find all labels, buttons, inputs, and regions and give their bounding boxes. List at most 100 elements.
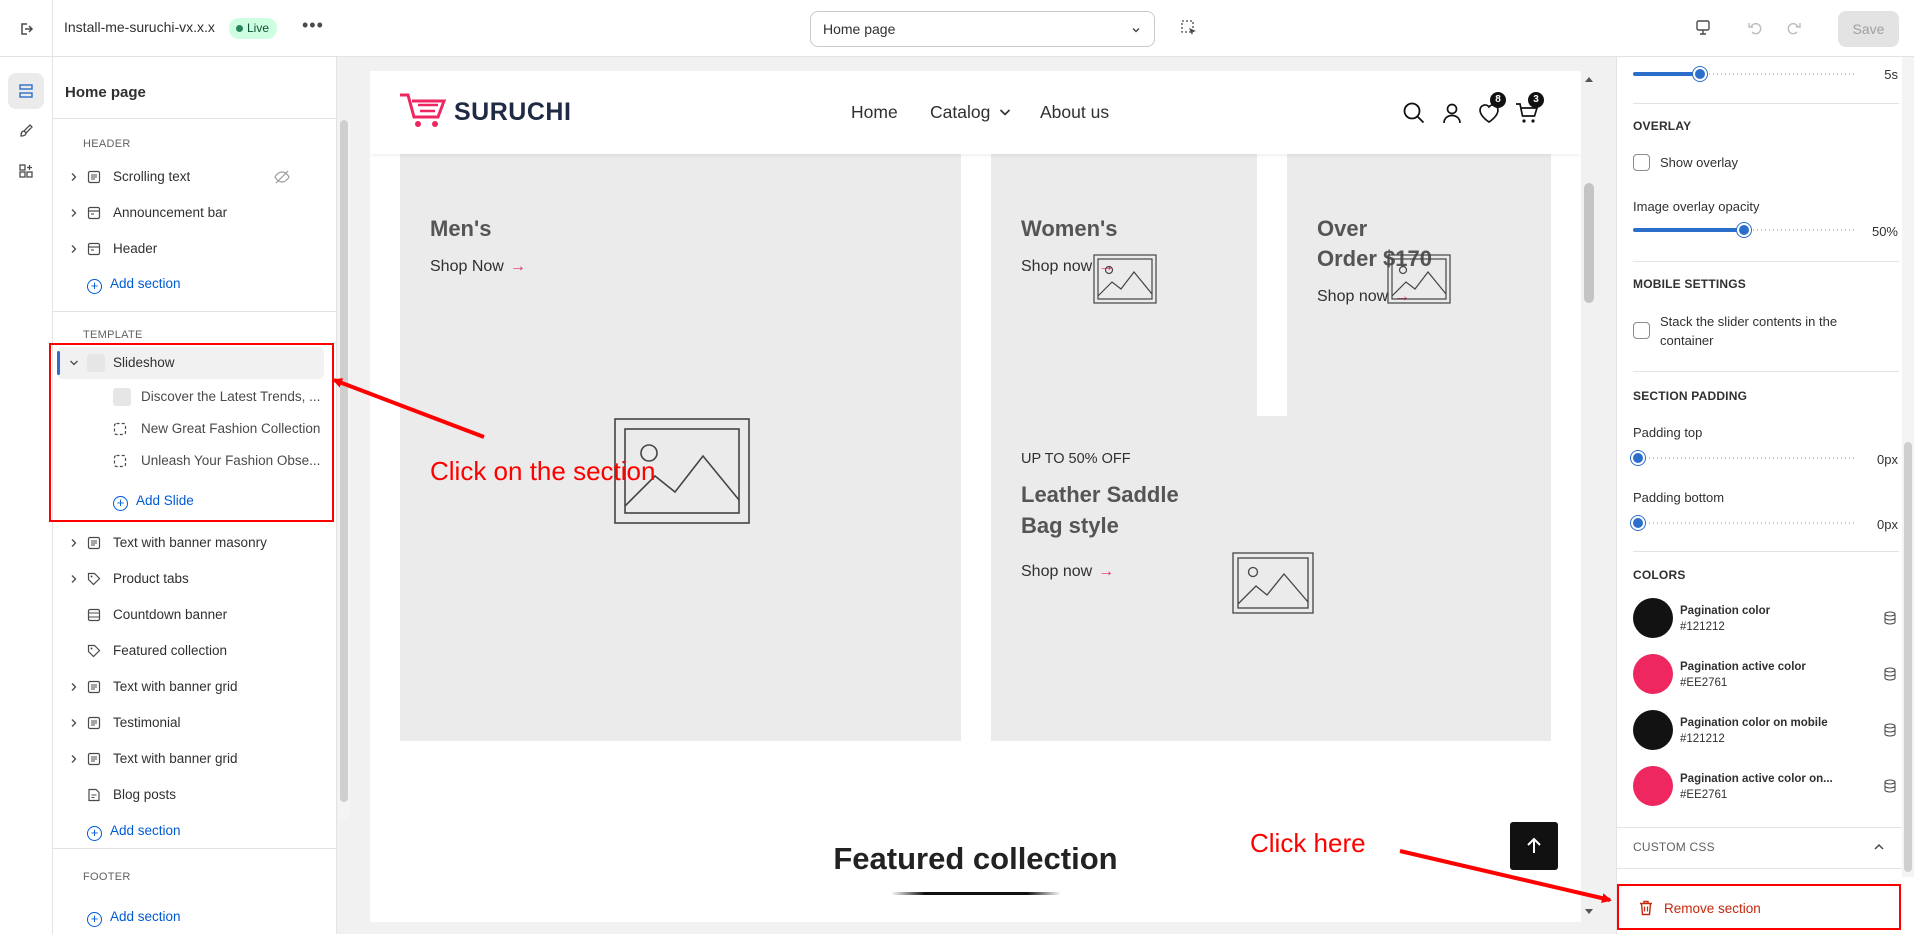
save-button[interactable]: Save [1838, 11, 1899, 47]
page-selector[interactable]: Home page [810, 11, 1155, 47]
stack-slider-label: Stack the slider contents in the contain… [1660, 314, 1838, 348]
logo-cart-icon[interactable] [398, 90, 448, 130]
scrollbar-thumb[interactable] [1904, 442, 1912, 872]
nav-about-us[interactable]: About us [1040, 102, 1109, 123]
database-icon[interactable] [1883, 779, 1897, 793]
add-template-section-button[interactable]: + Add section [87, 823, 181, 841]
divider [53, 118, 337, 119]
section-featured-collection[interactable]: Featured collection [53, 635, 328, 667]
color-swatch[interactable] [1633, 766, 1673, 806]
chevron-right-icon[interactable] [69, 538, 79, 548]
banner-leather-bag[interactable]: UP TO 50% OFF Leather Saddle Bag style S… [991, 416, 1551, 741]
section-announcement-bar[interactable]: Announcement bar [53, 197, 328, 229]
overlay-heading: OVERLAY [1633, 119, 1692, 133]
slider-knob[interactable] [1631, 451, 1645, 465]
autoplay-speed-value: 5s [1884, 67, 1898, 82]
chevron-right-icon[interactable] [69, 718, 79, 728]
nav-catalog[interactable]: Catalog [930, 102, 1011, 123]
chevron-right-icon[interactable] [69, 754, 79, 764]
slider-knob[interactable] [1737, 223, 1751, 237]
preview-scrollbar[interactable] [1581, 71, 1597, 922]
banner-title: Women's [1021, 216, 1118, 241]
autoplay-speed-slider[interactable] [1633, 67, 1855, 81]
apps-button[interactable] [8, 153, 44, 189]
theme-settings-button[interactable] [8, 113, 44, 149]
scrollbar-thumb[interactable] [1584, 183, 1594, 303]
search-icon[interactable] [1402, 101, 1426, 125]
chevron-right-icon[interactable] [69, 172, 79, 182]
section-label: Announcement bar [113, 205, 228, 220]
color-swatch[interactable] [1633, 598, 1673, 638]
banner-womens[interactable]: Women's Shop now → [991, 131, 1257, 446]
banner-section-icon [87, 608, 101, 622]
section-countdown-banner[interactable]: Countdown banner [53, 599, 328, 631]
image-placeholder-icon [1387, 254, 1451, 304]
section-text-with-banner-masonry[interactable]: Text with banner masonry [53, 527, 328, 559]
left-panel-scrollbar[interactable] [338, 120, 350, 820]
padding-top-slider[interactable] [1631, 451, 1855, 465]
color-swatch[interactable] [1633, 654, 1673, 694]
section-text-with-banner-grid-2[interactable]: Text with banner grid [53, 743, 328, 775]
divider [1633, 551, 1899, 552]
banner-title-line1: Leather Saddle [1021, 482, 1179, 507]
add-footer-section-button[interactable]: + Add section [87, 909, 181, 927]
banner-mens[interactable]: Men's Shop Now → [400, 131, 961, 741]
section-label: Scrolling text [113, 169, 191, 184]
section-blog-posts[interactable]: Blog posts [53, 779, 328, 811]
undo-icon[interactable] [1746, 19, 1764, 37]
inspector-icon[interactable] [1180, 19, 1198, 37]
chevron-up-icon[interactable] [1873, 842, 1885, 852]
database-icon[interactable] [1883, 723, 1897, 737]
section-text-with-banner-grid[interactable]: Text with banner grid [53, 671, 328, 703]
account-icon[interactable] [1440, 101, 1464, 125]
color-swatch[interactable] [1633, 710, 1673, 750]
database-icon[interactable] [1883, 667, 1897, 681]
chevron-right-icon[interactable] [69, 208, 79, 218]
store-logo[interactable]: SURUCHI [454, 98, 571, 127]
plus-circle-icon: + [87, 279, 102, 294]
color-setting-row[interactable]: Pagination color #121212 [1617, 598, 1914, 646]
heading-underline [891, 892, 1061, 895]
add-header-section-button[interactable]: + Add section [87, 276, 181, 294]
section-product-tabs[interactable]: Product tabs [53, 563, 328, 595]
brush-icon [20, 124, 33, 137]
show-overlay-checkbox[interactable] [1633, 154, 1650, 171]
padding-bottom-value: 0px [1877, 517, 1898, 532]
chevron-right-icon[interactable] [69, 244, 79, 254]
more-actions-icon[interactable]: ••• [302, 15, 324, 36]
shop-now-link[interactable]: Shop now → [1021, 563, 1114, 581]
shop-now-link[interactable]: Shop Now → [430, 258, 526, 276]
slider-knob[interactable] [1631, 516, 1645, 530]
settings-scrollbar[interactable] [1902, 57, 1914, 877]
show-overlay-label: Show overlay [1660, 155, 1739, 170]
sections-tool-button[interactable] [8, 73, 44, 109]
hidden-eye-icon[interactable] [274, 170, 290, 184]
slider-knob[interactable] [1692, 67, 1707, 81]
nav-home[interactable]: Home [851, 102, 898, 123]
scrollbar-thumb[interactable] [340, 120, 348, 802]
chevron-right-icon[interactable] [69, 574, 79, 584]
custom-css-heading[interactable]: CUSTOM CSS [1633, 840, 1715, 854]
color-setting-row[interactable]: Pagination active color #EE2761 [1617, 654, 1914, 702]
header-group-label: HEADER [83, 138, 131, 150]
section-scrolling-text[interactable]: Scrolling text [53, 161, 328, 193]
section-label: Countdown banner [113, 607, 228, 622]
scroll-up-icon[interactable] [1585, 76, 1593, 82]
section-header[interactable]: Header [53, 233, 328, 265]
stack-slider-checkbox[interactable] [1633, 322, 1650, 339]
redo-icon[interactable] [1785, 19, 1803, 37]
scroll-down-icon[interactable] [1585, 909, 1593, 915]
exit-button[interactable] [0, 0, 53, 57]
padding-bottom-slider[interactable] [1631, 516, 1855, 530]
database-icon[interactable] [1883, 611, 1897, 625]
back-to-top-button[interactable] [1510, 822, 1558, 870]
color-setting-row[interactable]: Pagination color on mobile #121212 [1617, 710, 1914, 758]
overlay-opacity-slider[interactable] [1633, 223, 1855, 237]
banner-order-offer[interactable]: Over Order $170 Shop now → [1287, 131, 1551, 446]
tag-icon [87, 644, 101, 658]
chevron-right-icon[interactable] [69, 682, 79, 692]
section-testimonial[interactable]: Testimonial [53, 707, 328, 739]
color-setting-row[interactable]: Pagination active color on... #EE2761 [1617, 766, 1914, 814]
desktop-preview-icon[interactable] [1694, 19, 1712, 37]
text-section-icon [87, 752, 101, 766]
